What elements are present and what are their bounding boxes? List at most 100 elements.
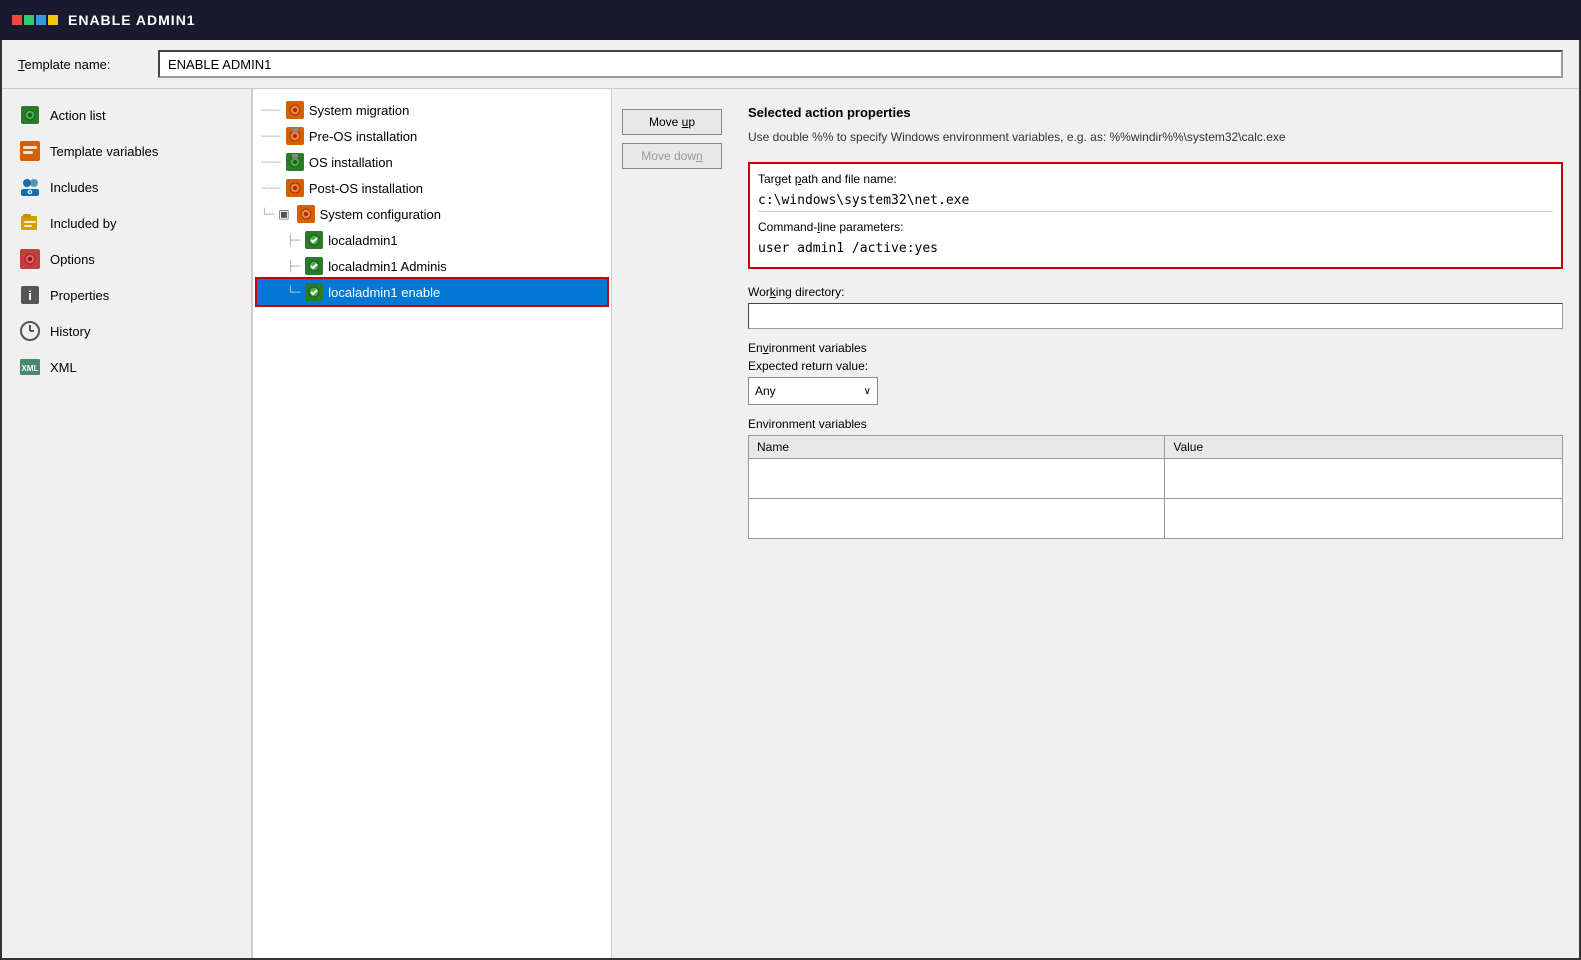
action-list-icon — [18, 103, 42, 127]
localadmin1-enable-icon — [304, 282, 324, 302]
tree-item-system-config[interactable]: └─ ▣ System configuration — [257, 201, 607, 227]
sidebar-item-includes[interactable]: ⚙ Includes — [2, 169, 251, 205]
move-buttons-panel: Move up Move down — [612, 89, 732, 958]
connector: ├─ — [287, 260, 300, 273]
sidebar-label-template-variables: Template variables — [50, 144, 158, 159]
tree-container: ┄┄┄ System migration ┄┄┄ — [253, 89, 611, 958]
env-vars-label: Environment variables — [748, 417, 1563, 431]
connector: ┄┄┄ — [261, 182, 281, 195]
tree-label-localadmin1-enable: localadmin1 enable — [328, 285, 440, 300]
tree-label-localadmin1: localadmin1 — [328, 233, 397, 248]
icon-yellow — [48, 15, 58, 25]
sidebar-item-template-variables[interactable]: Template variables — [2, 133, 251, 169]
env-col-name: Name — [749, 436, 1165, 459]
env-cell-name — [749, 459, 1165, 499]
command-line-value: user admin1 /active:yes — [758, 238, 1553, 259]
env-variables-section: Environment variables Name Value — [748, 417, 1563, 539]
localadmin1-adminis-icon — [304, 256, 324, 276]
command-line-label: Command-line parameters: — [758, 220, 1553, 234]
system-config-icon — [296, 204, 316, 224]
localadmin1-icon — [304, 230, 324, 250]
target-path-section: Target path and file name: c:\windows\sy… — [748, 162, 1563, 269]
sidebar-item-action-list[interactable]: Action list — [2, 97, 251, 133]
tree-item-post-os[interactable]: ┄┄┄ Post-OS installation — [257, 175, 607, 201]
move-up-button[interactable]: Move up — [622, 109, 722, 135]
title-bar: ENABLE ADMIN1 — [0, 0, 1581, 40]
post-os-icon — [285, 178, 305, 198]
icon-red — [12, 15, 22, 25]
connector: └─ — [287, 286, 300, 299]
tree-label-os-installation: OS installation — [309, 155, 393, 170]
tree-item-system-migration[interactable]: ┄┄┄ System migration — [257, 97, 607, 123]
xml-icon: XML — [18, 355, 42, 379]
return-value-section: Environment variables Expected return va… — [748, 341, 1563, 405]
target-path-label: Target path and file name: — [758, 172, 1553, 186]
content-area: Action list Template variables — [2, 89, 1579, 958]
tree-item-os-installation[interactable]: ┄┄┄ OS installation — [257, 149, 607, 175]
system-migration-icon — [285, 100, 305, 120]
options-icon — [18, 247, 42, 271]
working-dir-label: Working directory: — [748, 285, 1563, 299]
connector: ┄┄┄ — [261, 156, 281, 169]
sidebar-label-properties: Properties — [50, 288, 109, 303]
os-icon — [285, 152, 305, 172]
sidebar-item-history[interactable]: History — [2, 313, 251, 349]
sidebar-label-action-list: Action list — [50, 108, 106, 123]
icon-green — [24, 15, 34, 25]
main-container: Template name: Action list — [0, 40, 1581, 960]
tree-label-post-os: Post-OS installation — [309, 181, 423, 196]
connector: ┄┄┄ — [261, 130, 281, 143]
svg-text:XML: XML — [22, 364, 39, 373]
env-cell-name-2 — [749, 499, 1165, 539]
template-name-row: Template name: — [2, 40, 1579, 89]
sidebar-item-options[interactable]: Options — [2, 241, 251, 277]
pre-os-icon — [285, 126, 305, 146]
tree-item-localadmin1[interactable]: ├─ localadmin1 — [257, 227, 607, 253]
sidebar-item-xml[interactable]: XML XML — [2, 349, 251, 385]
connector: ├─ — [287, 234, 300, 247]
return-value-selected: Any — [755, 384, 776, 398]
connector: ┄┄┄ — [261, 104, 281, 117]
sidebar-item-included-by[interactable]: Included by — [2, 205, 251, 241]
properties-icon: i — [18, 283, 42, 307]
template-name-label: Template name: — [18, 57, 138, 72]
tree-label-localadmin1-adminis: localadmin1 Adminis — [328, 259, 447, 274]
includes-icon: ⚙ — [18, 175, 42, 199]
working-dir-input[interactable] — [748, 303, 1563, 329]
working-dir-section: Working directory: — [748, 285, 1563, 329]
sidebar-item-properties[interactable]: i Properties — [2, 277, 251, 313]
expected-return-label: Expected return value: — [748, 359, 1563, 373]
sidebar-label-included-by: Included by — [50, 216, 117, 231]
left-sidebar: Action list Template variables — [2, 89, 252, 958]
tree-label-system-migration: System migration — [309, 103, 409, 118]
move-down-button[interactable]: Move down — [622, 143, 722, 169]
right-panel: Selected action properties Use double %%… — [732, 89, 1579, 958]
env-table: Name Value — [748, 435, 1563, 539]
title-bar-icon — [12, 15, 58, 25]
return-value-label: Environment variables — [748, 341, 1563, 355]
properties-desc: Use double %% to specify Windows environ… — [748, 128, 1563, 146]
icon-blue — [36, 15, 46, 25]
history-icon — [18, 319, 42, 343]
tree-item-localadmin1-enable[interactable]: └─ localadmin1 enable — [257, 279, 607, 305]
sidebar-label-options: Options — [50, 252, 95, 267]
included-by-icon — [18, 211, 42, 235]
tree-item-localadmin1-adminis[interactable]: ├─ localadmin1 Adminis — [257, 253, 607, 279]
env-cell-value-2 — [1165, 499, 1563, 539]
template-variables-icon — [18, 139, 42, 163]
env-row-empty-2 — [749, 499, 1563, 539]
template-name-input[interactable] — [158, 50, 1563, 78]
env-col-value: Value — [1165, 436, 1563, 459]
svg-text:⚙: ⚙ — [27, 189, 32, 196]
tree-label-system-config: System configuration — [320, 207, 441, 222]
sidebar-label-includes: Includes — [50, 180, 98, 195]
properties-title: Selected action properties — [748, 105, 1563, 120]
tree-item-pre-os[interactable]: ┄┄┄ Pre-OS installation — [257, 123, 607, 149]
env-row-empty — [749, 459, 1563, 499]
sidebar-label-xml: XML — [50, 360, 77, 375]
tree-label-pre-os: Pre-OS installation — [309, 129, 417, 144]
connector: └─ — [261, 208, 274, 221]
dropdown-arrow-icon: ∨ — [864, 386, 871, 397]
return-value-select[interactable]: Any ∨ — [748, 377, 878, 405]
expand-icon: ▣ — [278, 207, 289, 221]
